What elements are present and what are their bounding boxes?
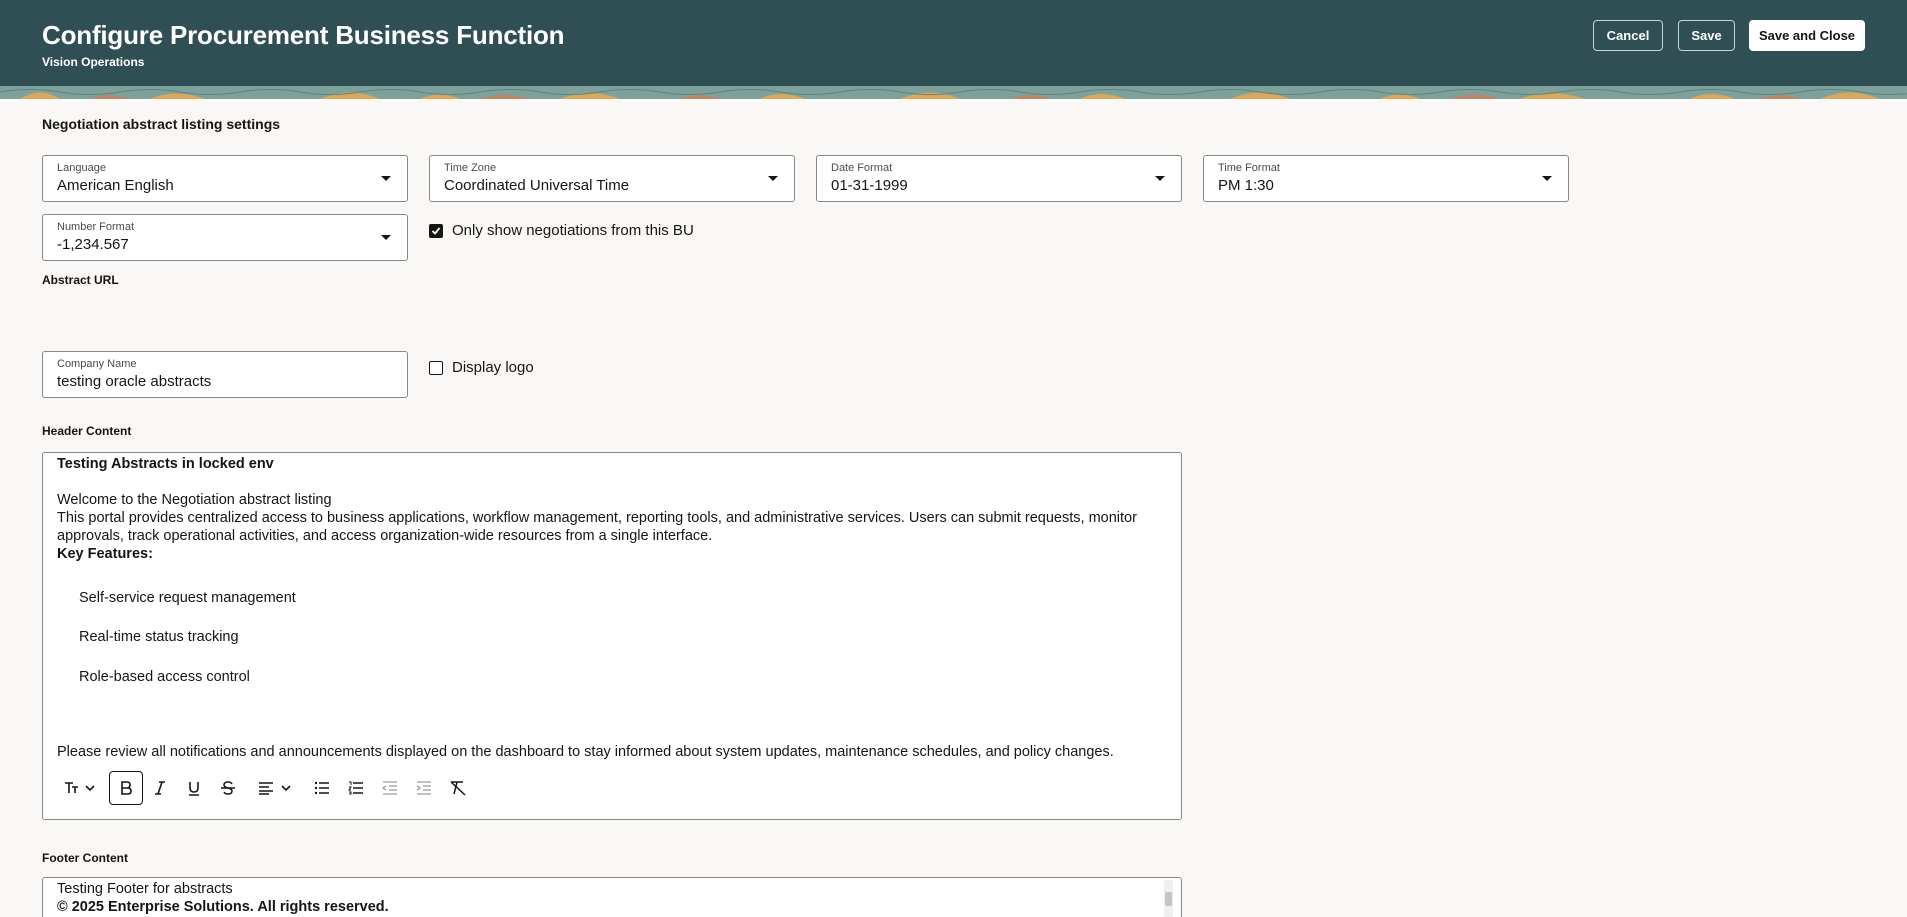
footer-content-label: Footer Content <box>42 851 128 865</box>
alignment-dropdown[interactable] <box>251 771 301 805</box>
time-format-label: Time Format <box>1218 162 1280 174</box>
indent-icon <box>416 781 431 795</box>
editor-key-features-heading: Key Features: <box>57 546 153 562</box>
time-format-select[interactable]: Time Format PM 1:30 <box>1203 155 1569 202</box>
chevron-down-icon[interactable] <box>768 176 778 181</box>
abstract-url-label: Abstract URL <box>42 273 119 287</box>
footer-content-editor[interactable]: Testing Footer for abstracts © 2025 Ente… <box>42 877 1182 917</box>
editor-feature-item: Role-based access control <box>79 669 250 685</box>
header-content-editor[interactable]: Testing Abstracts in locked env Welcome … <box>42 452 1182 820</box>
text-size-dropdown[interactable] <box>57 771 105 805</box>
header-content-label: Header Content <box>42 424 132 438</box>
bullet-list-icon <box>314 781 329 795</box>
numbered-list-icon <box>348 781 363 795</box>
save-and-close-button[interactable]: Save and Close <box>1749 20 1865 51</box>
language-select[interactable]: Language American English <box>42 155 408 202</box>
display-logo-checkbox-row[interactable]: Display logo <box>429 359 534 376</box>
header-pattern <box>0 86 1907 99</box>
strikethrough-button[interactable] <box>211 771 245 805</box>
editor-paragraph-line-2: approvals, track operational activities,… <box>57 528 713 544</box>
editor-welcome-text: Welcome to the Negotiation abstract list… <box>57 492 332 508</box>
language-value: American English <box>57 177 174 194</box>
timezone-value: Coordinated Universal Time <box>444 177 630 194</box>
number-format-value: -1,234.567 <box>57 236 129 253</box>
text-size-icon <box>65 782 95 793</box>
outdent-button[interactable] <box>373 771 407 805</box>
bold-button[interactable] <box>109 771 143 805</box>
bullet-list-button[interactable] <box>305 771 339 805</box>
cancel-button[interactable]: Cancel <box>1593 20 1663 51</box>
underline-button[interactable] <box>177 771 211 805</box>
display-logo-checkbox[interactable] <box>429 360 443 375</box>
number-format-label: Number Format <box>57 221 135 233</box>
align-left-icon <box>259 782 291 795</box>
display-logo-label: Display logo <box>452 359 534 376</box>
only-show-negotiations-checkbox-row[interactable]: Only show negotiations from this BU <box>429 222 694 239</box>
app-header: Configure Procurement Business Function … <box>0 0 1907 99</box>
clear-format-icon <box>450 781 466 796</box>
italic-icon <box>155 781 165 795</box>
chevron-down-icon[interactable] <box>1155 176 1165 181</box>
scrollbar-thumb[interactable] <box>1165 892 1172 906</box>
editor-feature-item: Real-time status tracking <box>79 629 239 645</box>
date-format-value: 01-31-1999 <box>831 177 908 194</box>
only-show-negotiations-label: Only show negotiations from this BU <box>452 222 694 239</box>
footer-line-1: Testing Footer for abstracts <box>57 881 233 897</box>
editor-feature-item: Self-service request management <box>79 590 296 606</box>
bold-icon <box>121 781 132 795</box>
timezone-select[interactable]: Time Zone Coordinated Universal Time <box>429 155 795 202</box>
company-name-label: Company Name <box>57 358 137 370</box>
italic-button[interactable] <box>143 771 177 805</box>
number-format-select[interactable]: Number Format -1,234.567 <box>42 214 408 261</box>
numbered-list-button[interactable] <box>339 771 373 805</box>
company-name-field[interactable]: Company Name testing oracle abstracts <box>42 351 408 398</box>
strikethrough-icon <box>221 781 235 795</box>
footer-scrollbar[interactable] <box>1164 880 1173 917</box>
footer-line-2: © 2025 Enterprise Solutions. All rights … <box>57 899 389 915</box>
date-format-label: Date Format <box>831 162 893 174</box>
date-format-select[interactable]: Date Format 01-31-1999 <box>816 155 1182 202</box>
chevron-down-icon[interactable] <box>381 176 391 181</box>
indent-button[interactable] <box>407 771 441 805</box>
outdent-icon <box>382 781 397 795</box>
only-show-negotiations-checkbox[interactable] <box>429 223 443 238</box>
chevron-down-icon[interactable] <box>381 235 391 240</box>
timezone-label: Time Zone <box>444 162 497 174</box>
underline-icon <box>189 782 199 796</box>
section-title: Negotiation abstract listing settings <box>42 116 281 132</box>
company-name-value[interactable]: testing oracle abstracts <box>57 373 211 390</box>
editor-toolbar <box>57 771 475 805</box>
editor-paragraph-line-1: This portal provides centralized access … <box>57 510 1137 526</box>
save-button[interactable]: Save <box>1678 20 1735 51</box>
time-format-value: PM 1:30 <box>1218 177 1274 194</box>
clear-format-button[interactable] <box>441 771 475 805</box>
page-subtitle: Vision Operations <box>42 55 145 69</box>
language-label: Language <box>57 162 106 174</box>
editor-title-text: Testing Abstracts in locked env <box>57 456 274 472</box>
page-title: Configure Procurement Business Function <box>42 20 565 50</box>
chevron-down-icon[interactable] <box>1542 176 1552 181</box>
editor-notice-text: Please review all notifications and anno… <box>57 744 1114 760</box>
